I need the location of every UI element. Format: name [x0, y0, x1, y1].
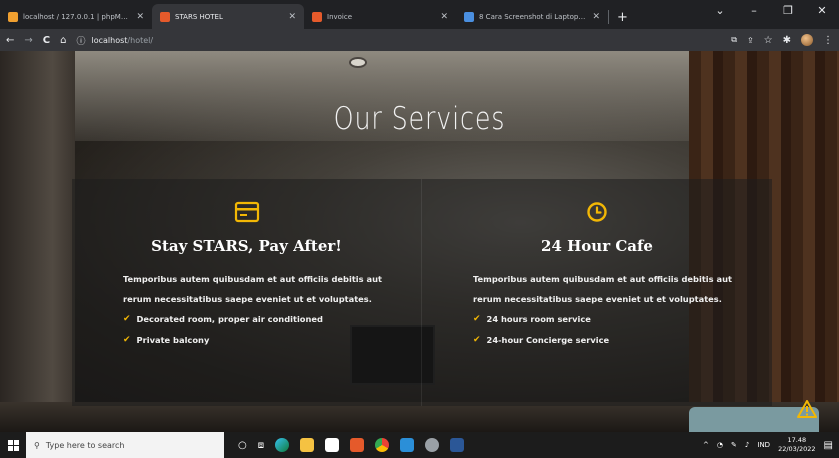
language-indicator[interactable]: IND: [757, 441, 770, 449]
feature-label: Decorated room, proper air conditioned: [136, 314, 323, 324]
vscode-icon[interactable]: [400, 438, 415, 452]
windows-taskbar: ⚲ Type here to search ○ ⧈ ^ ◔ ✎ ♪ IND 17…: [0, 432, 839, 458]
credit-card-icon: [72, 201, 421, 227]
tab-phpmyadmin[interactable]: localhost / 127.0.0.1 | phpMyAdmin ✕: [0, 4, 152, 29]
tab-title: 8 Cara Screenshot di Laptop Windows: [479, 12, 588, 21]
ceiling-lamp: [349, 57, 367, 68]
tab-stars-hotel[interactable]: STARS HOTEL ✕: [152, 4, 304, 29]
services-panel: Stay STARS, Pay After! Temporibus autem …: [72, 179, 772, 406]
check-icon: ✔: [123, 314, 131, 324]
taskbar-apps: ○ ⧈: [238, 438, 465, 452]
clock-time: 17.48: [787, 436, 807, 444]
close-window-button[interactable]: ✕: [805, 0, 839, 24]
browser-tab-strip: localhost / 127.0.0.1 | phpMyAdmin ✕ STA…: [0, 0, 839, 29]
new-tab-button[interactable]: +: [609, 10, 636, 29]
address-bar[interactable]: ⓘ localhost/hotel/: [76, 34, 153, 47]
service-feature-list: ✔ 24 hours room service ✔ 24-hour Concierg…: [473, 309, 772, 351]
close-tab-icon[interactable]: ✕: [440, 12, 448, 22]
close-tab-icon[interactable]: ✕: [288, 12, 296, 22]
volume-icon[interactable]: ♪: [745, 441, 749, 449]
search-placeholder: Type here to search: [45, 440, 125, 450]
settings-icon[interactable]: [425, 438, 440, 452]
check-icon: ✔: [473, 314, 481, 324]
close-tab-icon[interactable]: ✕: [592, 12, 600, 22]
back-icon[interactable]: ←: [6, 35, 14, 46]
list-item: ✔ 24 hours room service: [473, 309, 772, 330]
service-title: 24 Hour Cafe: [541, 237, 653, 255]
service-description: Temporibus autem quibusdam et aut offici…: [123, 274, 382, 304]
tab-title: localhost / 127.0.0.1 | phpMyAdmin: [23, 12, 131, 21]
taskbar-search-box[interactable]: ⚲ Type here to search: [26, 432, 224, 458]
url-path: /hotel/: [127, 35, 154, 45]
network-icon[interactable]: ◔: [717, 441, 723, 449]
window-controls: ⌄ – ❐ ✕: [703, 0, 839, 24]
minimize-button[interactable]: –: [737, 0, 771, 24]
browser-toolbar: ← → C ⌂ ⓘ localhost/hotel/ ⧉ ⇪ ☆ ✱ ⋮: [0, 29, 839, 51]
forward-icon[interactable]: →: [24, 35, 32, 46]
phpmyadmin-favicon-icon: [8, 11, 18, 22]
task-view-icon[interactable]: ⧈: [258, 440, 264, 451]
extensions-icon[interactable]: ✱: [783, 35, 791, 46]
pen-icon[interactable]: ✎: [731, 441, 737, 449]
cortana-icon[interactable]: ○: [238, 440, 247, 451]
maximize-button[interactable]: ❐: [771, 0, 805, 24]
translate-icon[interactable]: ⧉: [731, 35, 737, 45]
hotel-services-page: Our Services Stay STARS, Pay After! Temp…: [0, 51, 839, 432]
service-card-24h-cafe: 24 Hour Cafe Temporibus autem quibusdam …: [422, 179, 772, 406]
article-favicon-icon: [464, 11, 474, 22]
notification-icon[interactable]: ▤: [824, 440, 833, 451]
chrome-icon[interactable]: [375, 438, 390, 452]
tray-chevron-icon[interactable]: ^: [703, 441, 709, 449]
check-icon: ✔: [123, 335, 131, 345]
edge-icon[interactable]: [275, 438, 290, 452]
windows-start-icon[interactable]: [0, 432, 26, 458]
toolbar-actions: ⧉ ⇪ ☆ ✱ ⋮: [731, 34, 833, 46]
tab-title: STARS HOTEL: [175, 12, 223, 21]
background-left-wall: [0, 51, 75, 432]
service-title: Stay STARS, Pay After!: [151, 237, 342, 255]
taskbar-clock[interactable]: 17.48 22/03/2022: [778, 436, 815, 454]
service-description: Temporibus autem quibusdam et aut offici…: [473, 274, 732, 304]
tab-search-icon[interactable]: ⌄: [703, 0, 737, 24]
tab-invoice[interactable]: Invoice ✕: [304, 4, 456, 29]
clock-icon: [422, 201, 772, 227]
office-icon[interactable]: [350, 438, 365, 452]
check-icon: ✔: [473, 335, 481, 345]
list-item: ✔ 24-hour Concierge service: [473, 330, 772, 351]
tab-title: Invoice: [327, 12, 353, 21]
page-title: Our Services: [333, 101, 506, 137]
back-to-top-warning-icon[interactable]: [797, 400, 817, 422]
menu-icon[interactable]: ⋮: [823, 35, 833, 46]
feature-label: 24 hours room service: [486, 314, 591, 324]
feature-label: Private balcony: [136, 335, 210, 345]
service-card-pay-after: Stay STARS, Pay After! Temporibus autem …: [72, 179, 422, 406]
system-tray: ^ ◔ ✎ ♪ IND 17.48 22/03/2022 ▤: [703, 436, 839, 454]
word-icon[interactable]: [450, 438, 465, 452]
share-icon[interactable]: ⇪: [747, 36, 754, 45]
list-item: ✔ Decorated room, proper air conditioned: [123, 309, 421, 330]
clock-date: 22/03/2022: [778, 445, 816, 453]
site-info-icon[interactable]: ⓘ: [76, 34, 85, 47]
feature-label: 24-hour Concierge service: [486, 335, 610, 345]
close-tab-icon[interactable]: ✕: [136, 12, 144, 22]
home-icon[interactable]: ⌂: [60, 35, 66, 46]
mail-icon[interactable]: [325, 438, 340, 452]
profile-avatar[interactable]: [801, 34, 813, 46]
url-host: localhost: [91, 35, 128, 45]
bookmark-star-icon[interactable]: ☆: [764, 35, 773, 46]
invoice-favicon-icon: [312, 11, 322, 22]
service-feature-list: ✔ Decorated room, proper air conditioned …: [123, 309, 421, 351]
file-explorer-icon[interactable]: [300, 438, 315, 452]
reload-icon[interactable]: C: [43, 35, 50, 46]
stars-hotel-favicon-icon: [160, 11, 170, 22]
search-icon: ⚲: [34, 440, 40, 450]
tab-screenshot-article[interactable]: 8 Cara Screenshot di Laptop Windows ✕: [456, 4, 608, 29]
list-item: ✔ Private balcony: [123, 330, 421, 351]
